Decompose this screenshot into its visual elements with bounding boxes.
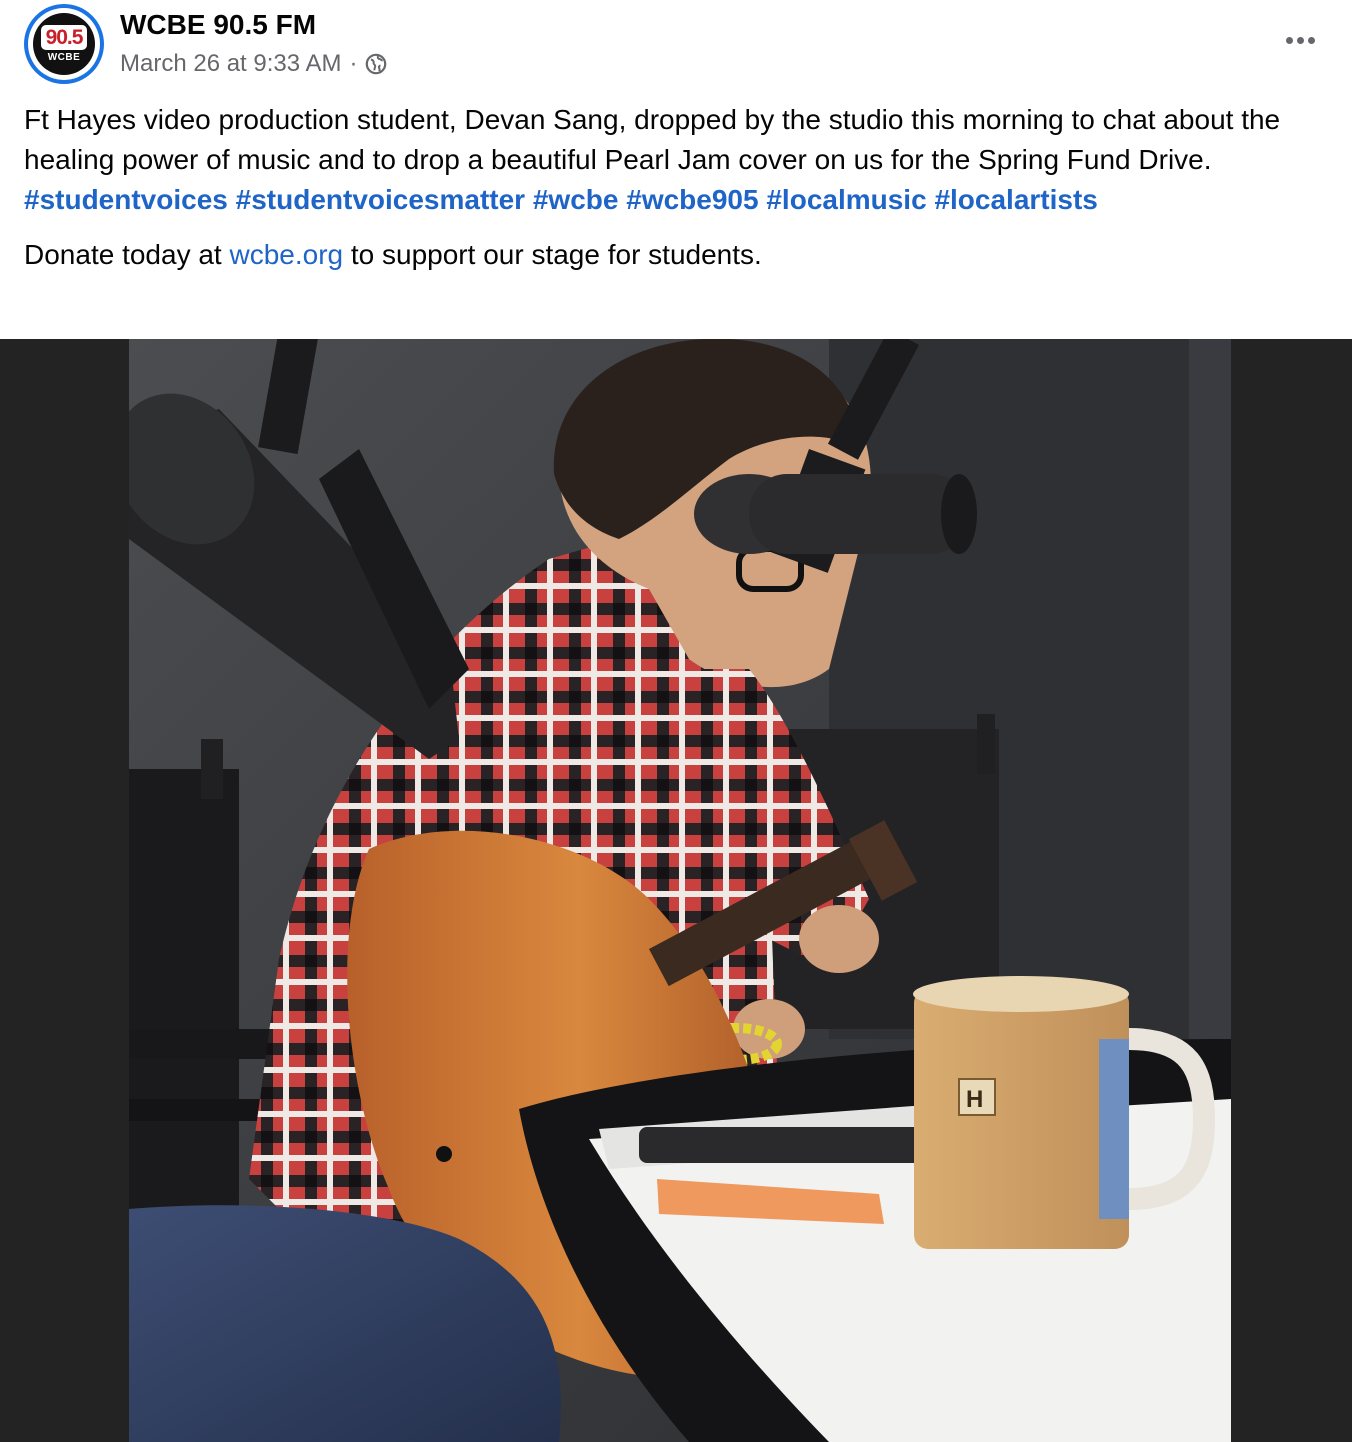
- wcbe-logo: 90.5 WCBE: [33, 13, 95, 75]
- page-name-link[interactable]: WCBE 90.5 FM: [120, 8, 316, 42]
- facebook-post: 90.5 WCBE WCBE 90.5 FM March 26 at 9:33 …: [0, 0, 1352, 1442]
- mug-symbol: H: [966, 1086, 983, 1113]
- globe-icon[interactable]: [365, 53, 387, 75]
- logo-call-sign: WCBE: [47, 52, 81, 63]
- meta-separator: ·: [349, 50, 358, 77]
- wcbe-website-link[interactable]: wcbe.org: [229, 239, 343, 270]
- post-paragraph-1-text: Ft Hayes video production student, Devan…: [24, 104, 1281, 175]
- post-paragraph-2: Donate today at wcbe.org to support our …: [24, 235, 1324, 275]
- donate-text-before: Donate today at: [24, 239, 222, 270]
- hashtag-studentvoicesmatter[interactable]: #studentvoicesmatter: [236, 184, 525, 215]
- post-photo[interactable]: H: [129, 339, 1231, 1442]
- photo-container: H: [0, 339, 1352, 1442]
- page-avatar[interactable]: 90.5 WCBE: [24, 4, 104, 84]
- post-meta: March 26 at 9:33 AM ·: [120, 48, 387, 80]
- more-horizontal-icon-dot: [1307, 36, 1315, 44]
- post-message: Ft Hayes video production student, Devan…: [24, 100, 1324, 275]
- more-options-button[interactable]: [1272, 20, 1328, 60]
- donate-text-after: to support our stage for students.: [350, 239, 762, 270]
- more-horizontal-icon: [1285, 36, 1293, 44]
- hashtag-studentvoices[interactable]: #studentvoices: [24, 184, 228, 215]
- avatar-ring: 90.5 WCBE: [28, 8, 100, 80]
- logo-frequency: 90.5: [40, 25, 88, 50]
- hashtag-localartists[interactable]: #localartists: [934, 184, 1097, 215]
- post-paragraph-1: Ft Hayes video production student, Devan…: [24, 100, 1324, 220]
- hashtag-wcbe905[interactable]: #wcbe905: [626, 184, 758, 215]
- more-horizontal-icon-dot: [1296, 36, 1304, 44]
- post-timestamp[interactable]: March 26 at 9:33 AM: [120, 48, 341, 80]
- hashtag-wcbe[interactable]: #wcbe: [533, 184, 619, 215]
- hashtag-localmusic[interactable]: #localmusic: [766, 184, 926, 215]
